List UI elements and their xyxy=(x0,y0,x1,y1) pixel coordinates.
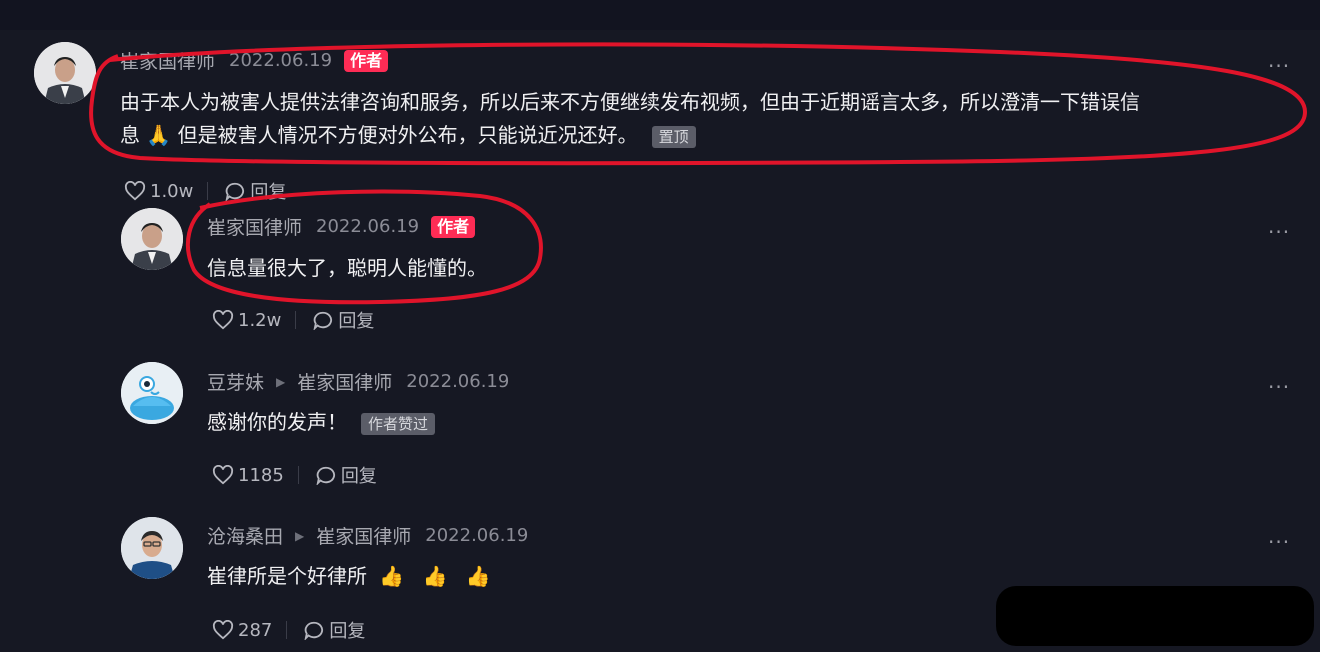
top-strip xyxy=(0,0,1320,30)
comment-text: 由于本人为被害人提供法律咨询和服务，所以后来不方便继续发布视频，但由于近期谣言太… xyxy=(120,86,1290,152)
comment-text: 崔律所是个好律所 👍 👍 👍 xyxy=(207,560,497,593)
avatar[interactable] xyxy=(121,362,183,424)
reply-button[interactable]: 回复 xyxy=(303,617,365,643)
more-dots-icon: ··· xyxy=(1268,530,1291,554)
avatar[interactable] xyxy=(121,208,183,270)
reply-label: 回复 xyxy=(250,182,287,203)
comment-bubble-icon xyxy=(313,311,333,330)
comment-date: 2022.06.19 xyxy=(229,50,333,71)
more-dots-icon: ··· xyxy=(1268,220,1291,244)
like-button[interactable]: 1.2w xyxy=(212,310,281,331)
comment-bubble-icon xyxy=(304,621,324,640)
more-dots-icon: ··· xyxy=(1268,375,1291,399)
like-button[interactable]: 287 xyxy=(212,620,272,641)
more-options-button[interactable]: ··· xyxy=(1268,530,1290,554)
annotation-ring-2 xyxy=(186,189,543,305)
comment-text-fragment: 但是被害人情况不方便对外公布，只能说近况还好。 xyxy=(177,123,638,147)
redaction-box xyxy=(996,586,1314,646)
comment-date: 2022.06.19 xyxy=(425,525,529,546)
more-dots-icon: ··· xyxy=(1268,54,1291,78)
comment-text-line: 由于本人为被害人提供法律咨询和服务，所以后来不方便继续发布视频，但由于近期谣言太… xyxy=(120,90,1140,114)
heart-icon xyxy=(124,181,146,201)
more-options-button[interactable]: ··· xyxy=(1268,220,1290,244)
reply-to-username[interactable]: 崔家国律师 xyxy=(297,368,392,395)
username[interactable]: 豆芽妹 xyxy=(207,368,264,395)
heart-icon xyxy=(212,465,234,485)
heart-icon xyxy=(212,310,234,330)
reply-to-username[interactable]: 崔家国律师 xyxy=(316,522,411,549)
like-count: 1.0w xyxy=(150,180,194,202)
comment-text: 信息量很大了，聪明人能懂的。 xyxy=(207,256,487,280)
like-button[interactable]: 1.0w xyxy=(124,181,193,202)
play-triangle-icon: ▶ xyxy=(276,374,286,389)
action-divider xyxy=(297,466,299,484)
reply-label: 回复 xyxy=(329,621,366,642)
reply-button[interactable]: 回复 xyxy=(224,178,286,204)
reply-button[interactable]: 回复 xyxy=(312,307,374,333)
reply-button[interactable]: 回复 xyxy=(315,462,377,488)
lawyer-avatar-icon xyxy=(34,42,96,104)
comment-text: 感谢你的发声！ 作者赞过 xyxy=(207,406,436,439)
pinned-tag: 置顶 xyxy=(651,125,696,148)
more-options-button[interactable]: ··· xyxy=(1268,54,1290,78)
thumbs-up-emoji-icon: 👍 👍 👍 xyxy=(379,564,497,588)
author-badge: 作者 xyxy=(431,215,476,238)
username[interactable]: 崔家国律师 xyxy=(207,213,302,240)
comment-date: 2022.06.19 xyxy=(316,216,420,237)
pray-emoji-icon: 🙏 xyxy=(146,123,172,147)
user-avatar-icon xyxy=(121,517,183,579)
heart-icon xyxy=(212,620,234,640)
mascot-avatar-icon xyxy=(121,362,183,424)
avatar[interactable] xyxy=(121,517,183,579)
comment-text-fragment: 感谢你的发声！ xyxy=(207,410,347,434)
comment-bubble-icon xyxy=(225,182,245,201)
comment-text-line: 息 🙏 但是被害人情况不方便对外公布，只能说近况还好。 置顶 xyxy=(120,119,1290,152)
like-count: 287 xyxy=(238,619,273,641)
more-options-button[interactable]: ··· xyxy=(1268,375,1290,399)
comment-text-fragment: 息 xyxy=(120,123,140,147)
lawyer-avatar-icon xyxy=(121,208,183,270)
username[interactable]: 沧海桑田 xyxy=(207,522,283,549)
comment-date: 2022.06.19 xyxy=(406,371,510,392)
reply-label: 回复 xyxy=(340,466,377,487)
action-divider xyxy=(286,621,288,639)
like-count: 1185 xyxy=(238,464,284,486)
action-divider xyxy=(295,311,297,329)
comment-text-fragment: 崔律所是个好律所 xyxy=(207,564,367,588)
comment-bubble-icon xyxy=(316,466,335,485)
play-triangle-icon: ▶ xyxy=(295,528,305,543)
reply-label: 回复 xyxy=(338,311,375,332)
avatar[interactable] xyxy=(34,42,96,104)
author-badge: 作者 xyxy=(344,49,389,72)
username[interactable]: 崔家国律师 xyxy=(120,47,215,74)
like-count: 1.2w xyxy=(238,309,282,331)
author-liked-tag: 作者赞过 xyxy=(361,412,436,435)
action-divider xyxy=(207,182,209,200)
like-button[interactable]: 1185 xyxy=(212,465,284,486)
